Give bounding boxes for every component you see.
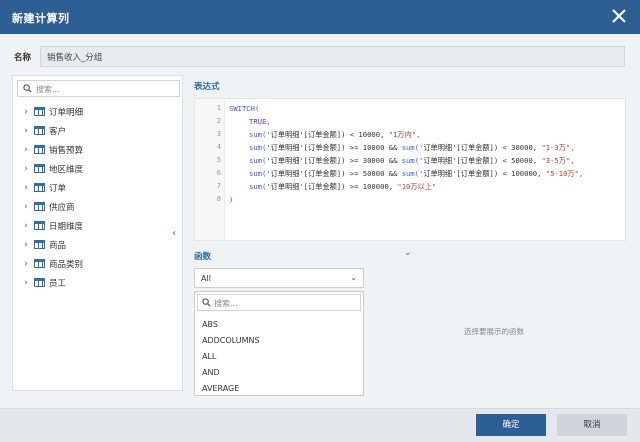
function-item[interactable]: ALL xyxy=(202,352,260,368)
tree-search-placeholder: 搜索... xyxy=(36,85,60,94)
close-icon[interactable] xyxy=(610,7,628,25)
tree-item[interactable]: › 员工 xyxy=(21,273,83,292)
tree-item[interactable]: › 销售预算 xyxy=(21,140,83,159)
table-icon xyxy=(34,221,45,230)
table-icon xyxy=(34,145,45,154)
chevron-right-icon[interactable]: › xyxy=(21,278,31,288)
chevron-right-icon[interactable]: › xyxy=(21,164,31,174)
search-icon xyxy=(23,84,32,93)
line-number: 2 xyxy=(216,117,221,125)
tree-item-label: 供应商 xyxy=(49,202,75,213)
expression-label: 表达式 xyxy=(194,82,220,92)
line-number: 5 xyxy=(216,156,221,164)
line-number: 3 xyxy=(216,130,221,138)
chevron-right-icon[interactable]: › xyxy=(21,126,31,136)
table-icon xyxy=(34,164,45,173)
chevron-down-icon: ⌄ xyxy=(350,273,357,282)
line-number: 1 xyxy=(216,104,221,112)
chevron-right-icon[interactable]: › xyxy=(21,145,31,155)
tree-item-label: 地区维度 xyxy=(49,164,84,175)
code-line: SWITCH( xyxy=(229,104,260,113)
tree-item[interactable]: › 订单明细 xyxy=(21,102,83,121)
code-line: sum('订单明细'[订单金额]) >= 100000, "10万以上" xyxy=(249,182,437,191)
function-search-input[interactable]: 搜索... xyxy=(197,294,361,311)
function-item[interactable]: AVERAGE xyxy=(202,384,260,395)
table-icon xyxy=(34,240,45,249)
function-hint: 选择要展示的函数 xyxy=(464,327,524,336)
tree-item-label: 商品 xyxy=(49,240,67,251)
tree-item-label: 订单 xyxy=(49,183,67,194)
dialog-title: 新建计算列 xyxy=(12,12,70,25)
line-number: 7 xyxy=(216,182,221,190)
name-label: 名称 xyxy=(14,53,32,63)
chevron-right-icon[interactable]: › xyxy=(21,240,31,250)
tree-item[interactable]: › 订单 xyxy=(21,178,83,197)
function-category-value: All xyxy=(201,274,211,283)
tree-search-input[interactable]: 搜索... xyxy=(17,80,180,97)
name-input[interactable]: 销售收入_分组 xyxy=(40,46,625,67)
line-number: 4 xyxy=(216,143,221,151)
function-items: ABS ADDCOLUMNS ALL AND AVERAGE xyxy=(202,320,260,395)
table-tree: › 订单明细 › 客户 › 销售预算 › 地区维度 › 订单 › 供应商 › 日期维度 › 商品… xyxy=(21,102,83,292)
code-line: sum('订单明细'[订单金额]) >= 30000 && sum('订单明细'… xyxy=(249,156,575,165)
table-icon xyxy=(34,202,45,211)
search-icon xyxy=(202,298,211,307)
line-number: 6 xyxy=(216,169,221,177)
code-line: TRUE, xyxy=(249,117,271,126)
tree-item[interactable]: › 日期维度 xyxy=(21,216,83,235)
tree-item-label: 客户 xyxy=(49,126,67,137)
functions-label: 函数 xyxy=(194,252,212,262)
chevron-right-icon[interactable]: › xyxy=(21,183,31,193)
code-line: sum('订单明细'[订单金额]) >= 50000 && sum('订单明细'… xyxy=(249,169,584,178)
expression-editor[interactable]: 1 2 3 4 5 6 7 8 SWITCH( TRUE, sum('订单明细'… xyxy=(194,98,626,241)
table-icon xyxy=(34,278,45,287)
chevron-down-icon[interactable]: ⌄ xyxy=(404,248,412,258)
chevron-right-icon[interactable]: › xyxy=(21,202,31,212)
function-category-select[interactable]: All ⌄ xyxy=(194,268,364,288)
code-line: sum('订单明细'[订单金额]) < 10000, "1万内", xyxy=(249,130,421,139)
confirm-button[interactable]: 确定 xyxy=(476,414,546,436)
table-icon xyxy=(34,259,45,268)
tree-item[interactable]: › 地区维度 xyxy=(21,159,83,178)
cancel-button[interactable]: 取消 xyxy=(557,414,627,436)
function-item[interactable]: AND xyxy=(202,368,260,384)
tree-item-label: 订单明细 xyxy=(49,107,84,118)
table-icon xyxy=(34,107,45,116)
table-icon xyxy=(34,183,45,192)
tree-item-label: 员工 xyxy=(49,278,67,289)
code-line: sum('订单明细'[订单金额]) >= 10000 && sum('订单明细'… xyxy=(249,143,575,152)
field-tree-panel: 搜索... › 订单明细 › 客户 › 销售预算 › 地区维度 › 订单 › 供应商 › 日期… xyxy=(12,75,183,391)
tree-item[interactable]: › 商品类别 xyxy=(21,254,83,273)
function-item[interactable]: ABS xyxy=(202,320,260,336)
tree-item[interactable]: › 客户 xyxy=(21,121,83,140)
collapse-panel-icon[interactable]: ‹ xyxy=(172,228,176,239)
tree-item[interactable]: › 供应商 xyxy=(21,197,83,216)
code-line: ) xyxy=(229,195,234,204)
function-item[interactable]: ADDCOLUMNS xyxy=(202,336,260,352)
dialog-footer: 确定 取消 xyxy=(0,408,640,442)
tree-item-label: 商品类别 xyxy=(49,259,84,270)
chevron-right-icon[interactable]: › xyxy=(21,107,31,117)
table-icon xyxy=(34,126,45,135)
dialog-titlebar: 新建计算列 xyxy=(0,0,640,34)
function-search-placeholder: 搜索... xyxy=(214,299,238,308)
function-list: 搜索... ABS ADDCOLUMNS ALL AND AVERAGE xyxy=(194,291,364,396)
line-number: 8 xyxy=(216,195,221,203)
chevron-right-icon[interactable]: › xyxy=(21,221,31,231)
chevron-right-icon[interactable]: › xyxy=(21,259,31,269)
tree-item-label: 日期维度 xyxy=(49,221,84,232)
tree-item[interactable]: › 商品 xyxy=(21,235,83,254)
tree-item-label: 销售预算 xyxy=(49,145,84,156)
